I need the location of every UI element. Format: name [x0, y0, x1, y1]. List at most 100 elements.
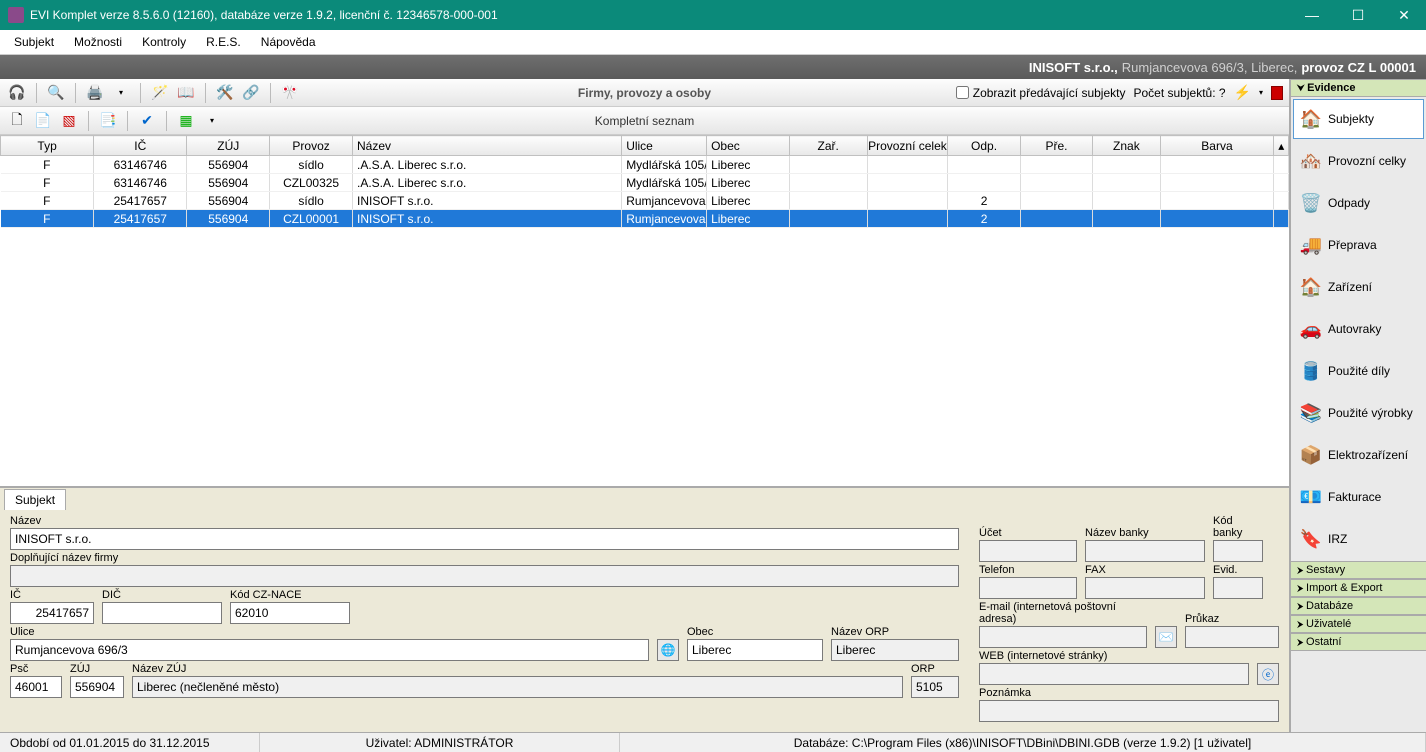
sidebar-section-evidence[interactable]: Evidence: [1291, 79, 1426, 97]
print-dropdown-icon[interactable]: ▾: [110, 82, 132, 104]
sidebar-item-label: Elektrozařízení: [1328, 448, 1408, 462]
minimize-button[interactable]: —: [1298, 7, 1326, 24]
sidebar-item-label: Použité díly: [1328, 364, 1390, 378]
banka-field[interactable]: [1085, 540, 1205, 562]
data-grid[interactable]: TypIČZÚJ ProvozNázevUlice ObecZař.Provoz…: [0, 135, 1289, 487]
prukaz-field[interactable]: [1185, 626, 1279, 648]
sidebar-section-sestavy[interactable]: Sestavy: [1291, 561, 1426, 579]
grid-header-row[interactable]: TypIČZÚJ ProvozNázevUlice ObecZař.Provoz…: [1, 136, 1289, 156]
new-icon[interactable]: 🗋: [6, 110, 28, 132]
evid-field[interactable]: [1213, 577, 1263, 599]
sidebar-item-autovraky[interactable]: 🚗Autovraky: [1293, 309, 1424, 349]
excel-dropdown[interactable]: ▾: [201, 110, 223, 132]
email-field[interactable]: [979, 626, 1147, 648]
sidebar-section-import-export[interactable]: Import & Export: [1291, 579, 1426, 597]
checkbox-predavajici[interactable]: Zobrazit předávající subjekty: [956, 86, 1126, 100]
edit-icon[interactable]: 📄: [32, 110, 54, 132]
nazev-field[interactable]: [10, 528, 959, 550]
fax-field[interactable]: [1085, 577, 1205, 599]
tab-subjekt[interactable]: Subjekt: [4, 489, 66, 510]
tools-icon[interactable]: 🛠️: [214, 82, 236, 104]
zuj-field[interactable]: [70, 676, 124, 698]
obec-field[interactable]: [687, 639, 823, 661]
sidebar-item-label: Subjekty: [1328, 112, 1374, 126]
refresh-icon[interactable]: 🎧: [6, 82, 28, 104]
maximize-button[interactable]: ☐: [1344, 7, 1372, 24]
sidebar-icon: 🏠: [1298, 106, 1324, 132]
flag-icon[interactable]: 🎌: [279, 82, 301, 104]
menu-res[interactable]: R.E.S.: [198, 32, 249, 52]
statusbar: Období od 01.01.2015 do 31.12.2015 Uživa…: [0, 732, 1426, 752]
sidebar-icon: 🚚: [1298, 232, 1324, 258]
sidebar-item-provozn-celky[interactable]: 🏘️Provozní celky: [1293, 141, 1424, 181]
sidebar-item-pou-it-v-robky[interactable]: 📚Použité výrobky: [1293, 393, 1424, 433]
sidebar-item-label: Fakturace: [1328, 490, 1381, 504]
sidebar-item-label: Přeprava: [1328, 238, 1377, 252]
count-label: Počet subjektů: ?: [1133, 86, 1225, 100]
ie-icon[interactable]: ⓔ: [1257, 663, 1279, 685]
sidebar: Evidence 🏠 Subjekty 🏘️Provozní celky🗑️Odpad…: [1290, 79, 1426, 732]
sidebar-item-subjekty[interactable]: 🏠 Subjekty: [1293, 99, 1424, 139]
ic-field[interactable]: [10, 602, 94, 624]
web-field[interactable]: [979, 663, 1249, 685]
nazev-orp-field[interactable]: [831, 639, 959, 661]
mail-icon[interactable]: ✉️: [1155, 626, 1177, 648]
nazev-zuj-field[interactable]: [132, 676, 903, 698]
sidebar-section-ostatn-[interactable]: Ostatní: [1291, 633, 1426, 651]
toolbar-main: 🎧 🔍 🖨️ ▾ 🪄 📖 🛠️ 🔗 🎌 Firmy, provozy a oso…: [0, 79, 1289, 107]
menu-subjekt[interactable]: Subjekt: [6, 32, 62, 52]
sidebar-item-label: Odpady: [1328, 196, 1370, 210]
search-icon[interactable]: 🔍: [45, 82, 67, 104]
sidebar-item-odpady[interactable]: 🗑️Odpady: [1293, 183, 1424, 223]
table-row[interactable]: F25417657556904sídloINISOFT s.r.o.Rumjan…: [1, 192, 1289, 210]
globe-icon[interactable]: 🌐: [657, 639, 679, 661]
close-button[interactable]: ✕: [1390, 7, 1418, 24]
list-title: Kompletní seznam: [595, 114, 694, 128]
wizard-icon[interactable]: 🪄: [149, 82, 171, 104]
table-row[interactable]: F25417657556904CZL00001INISOFT s.r.o.Rum…: [1, 210, 1289, 228]
sidebar-item-irz[interactable]: 🔖IRZ: [1293, 519, 1424, 559]
titlebar: EVI Komplet verze 8.5.6.0 (12160), datab…: [0, 0, 1426, 30]
context-banner: INISOFT s.r.o., Rumjancevova 696/3, Libe…: [0, 55, 1426, 79]
copy-icon[interactable]: 📑: [97, 110, 119, 132]
menu-kontroly[interactable]: Kontroly: [134, 32, 194, 52]
banner-provoz: provoz CZ L 00001: [1301, 60, 1416, 75]
telefon-field[interactable]: [979, 577, 1077, 599]
lightning-dropdown[interactable]: ▾: [1259, 88, 1263, 97]
book-icon[interactable]: 📖: [175, 82, 197, 104]
dopln-field[interactable]: [10, 565, 959, 587]
sidebar-item-p-eprava[interactable]: 🚚 Přeprava: [1293, 225, 1424, 265]
delete-icon[interactable]: ▧: [58, 110, 80, 132]
red-indicator[interactable]: [1271, 86, 1283, 100]
print-icon[interactable]: 🖨️: [84, 82, 106, 104]
sidebar-item-label: Použité výrobky: [1328, 406, 1413, 420]
sidebar-icon: 💶: [1298, 484, 1324, 510]
link-icon[interactable]: 🔗: [240, 82, 262, 104]
sidebar-item-elektroza-zen-[interactable]: 📦Elektrozařízení: [1293, 435, 1424, 475]
nace-field[interactable]: [230, 602, 350, 624]
table-row[interactable]: F63146746556904sídlo.A.S.A. Liberec s.r.…: [1, 156, 1289, 174]
sidebar-icon: 🏠: [1298, 274, 1324, 300]
menu-napoveda[interactable]: Nápověda: [253, 32, 324, 52]
sidebar-section-datab-ze[interactable]: Databáze: [1291, 597, 1426, 615]
check-icon[interactable]: ✔: [136, 110, 158, 132]
kod-banky-field[interactable]: [1213, 540, 1263, 562]
lightning-icon[interactable]: ⚡: [1234, 84, 1251, 101]
sidebar-item-za-zen-[interactable]: 🏠Zařízení: [1293, 267, 1424, 307]
orp-field[interactable]: [911, 676, 959, 698]
table-row[interactable]: F63146746556904CZL00325.A.S.A. Liberec s…: [1, 174, 1289, 192]
detail-panel: Subjekt Název Doplňující název firmy IČ …: [0, 487, 1289, 732]
dic-field[interactable]: [102, 602, 222, 624]
psc-field[interactable]: [10, 676, 62, 698]
menu-moznosti[interactable]: Možnosti: [66, 32, 130, 52]
status-period: Období od 01.01.2015 do 31.12.2015: [0, 733, 260, 752]
ucet-field[interactable]: [979, 540, 1077, 562]
sidebar-item-pou-it-d-ly[interactable]: 🛢️Použité díly: [1293, 351, 1424, 391]
checkbox-predavajici-input[interactable]: [956, 86, 969, 99]
ulice-field[interactable]: [10, 639, 649, 661]
excel-icon[interactable]: ▦: [175, 110, 197, 132]
sidebar-section-u-ivatel-[interactable]: Uživatelé: [1291, 615, 1426, 633]
sidebar-item-fakturace[interactable]: 💶 Fakturace: [1293, 477, 1424, 517]
poznamka-field[interactable]: [979, 700, 1279, 722]
window-title: EVI Komplet verze 8.5.6.0 (12160), datab…: [30, 8, 1298, 22]
